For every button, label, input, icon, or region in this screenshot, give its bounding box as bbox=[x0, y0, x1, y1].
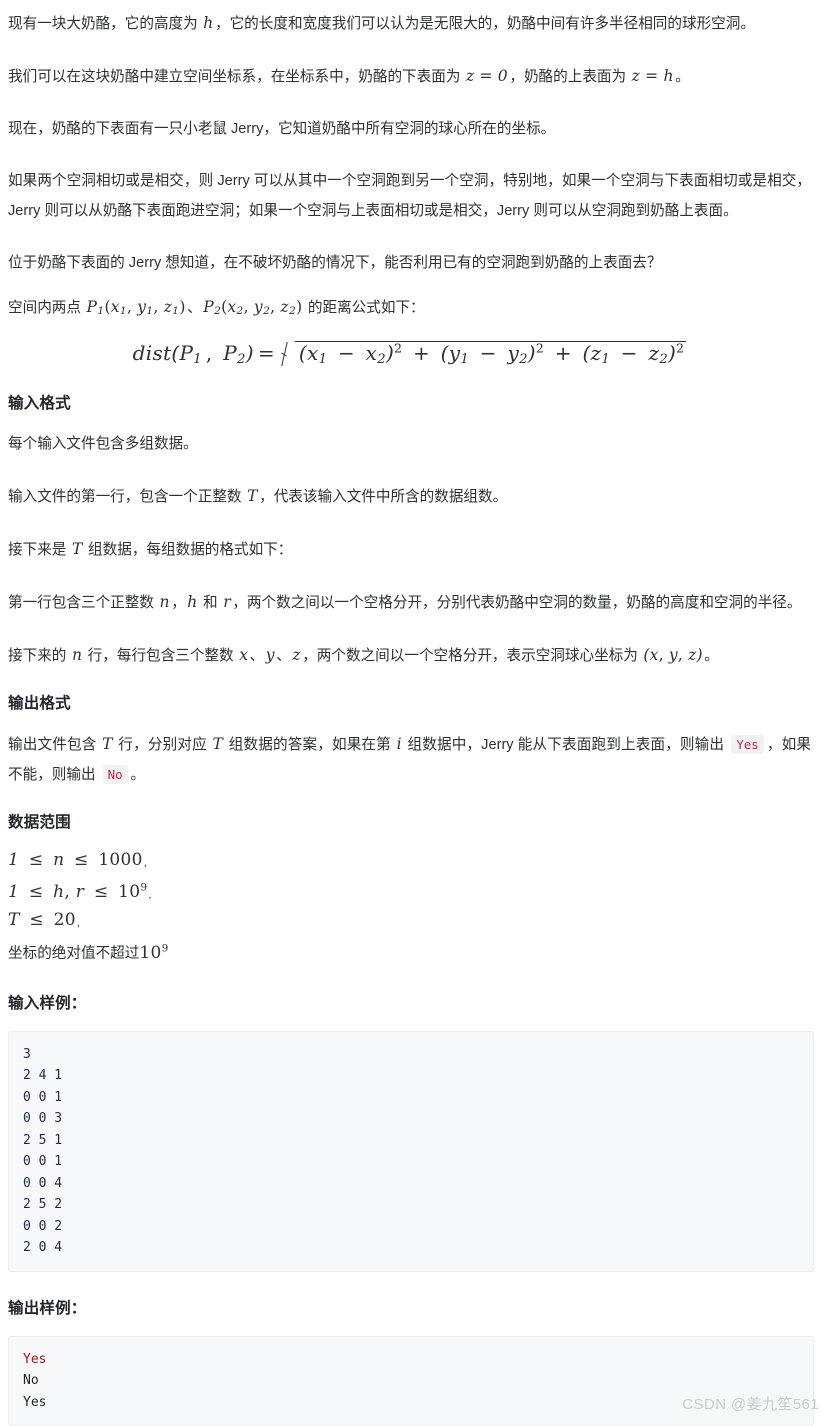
text-seg: 组数据中，Jerry 能从下表面跑到上表面，则输出 bbox=[403, 737, 729, 754]
paragraph-jerry-intro: 现在，奶酪的下表面有一只小老鼠 Jerry，它知道奶酪中所有空洞的球心所在的坐标… bbox=[8, 121, 556, 137]
constraint-math: 109 bbox=[139, 942, 169, 963]
constraint-math: 1 ≤ n ≤ 1000 bbox=[8, 850, 143, 871]
square-root: (x1 − x2)2 + (y1 − y2)2 + (z1 − z2)2 bbox=[281, 340, 687, 368]
text-suffix: 组数据，每组数据的格式如下： bbox=[83, 542, 293, 559]
inline-math-h: h bbox=[187, 593, 198, 612]
constraints-list: 1 ≤ n ≤ 1000, 1 ≤ h, r ≤ 109, T ≤ 20, 坐标… bbox=[8, 848, 811, 967]
document-page: 现有一块大奶酪，它的高度为 h ，它的长度和宽度我们可以认为是无限大的，奶酪中间有… bbox=[0, 0, 827, 1426]
paragraph-input-first-line: 输入文件的第一行，包含一个正整数 T ，代表该输入文件中所含的数据组数。 bbox=[8, 481, 811, 512]
text-suffix: ，两个数之间以一个空格分开，表示空洞球心坐标为 bbox=[302, 648, 642, 665]
formula-lhs: dist(P1, P2) bbox=[132, 341, 254, 368]
text-seg: 组数据的答案，如果在第 bbox=[224, 737, 396, 754]
output-line: Yes bbox=[23, 1394, 47, 1410]
text-seg: 行，分别对应 bbox=[114, 737, 212, 754]
heading-output-format: 输出格式 bbox=[8, 695, 71, 713]
inline-math-r: r bbox=[223, 593, 231, 612]
paragraph-text: 我们可以在这块奶酪中建立空间坐标系，在坐标系中，奶酪的下表面为 bbox=[8, 69, 465, 85]
paragraph-cheese-intro: 现有一块大奶酪，它的高度为 h ，它的长度和宽度我们可以认为是无限大的，奶酪中间有… bbox=[8, 8, 811, 39]
constraint-trailing: , bbox=[76, 917, 80, 930]
inline-math-x: x bbox=[239, 646, 249, 665]
inline-math-T: T bbox=[247, 487, 258, 506]
inline-code-yes: Yes bbox=[731, 735, 764, 755]
text-prefix: 接下来的 bbox=[8, 648, 71, 665]
inline-math-n: n bbox=[71, 646, 83, 665]
paragraph-input-n-h-r: 第一行包含三个正整数 n ，h 和 r ，两个数之间以一个空格分开，分别代表奶酪中空… bbox=[8, 587, 811, 618]
text-suffix: ，两个数之间以一个空格分开，分别代表奶酪中空洞的数量，奶酪的高度和空洞的半径。 bbox=[232, 595, 802, 612]
inline-math-n: n bbox=[159, 593, 170, 612]
paragraph-input-multi-cases: 每个输入文件包含多组数据。 bbox=[8, 436, 198, 453]
constraint-T: T ≤ 20, bbox=[8, 908, 811, 936]
inline-math-h: h bbox=[203, 14, 214, 32]
distance-intro-prefix: 空间内两点 bbox=[8, 300, 86, 316]
inline-math-coords-tuple: (x, y, z) bbox=[643, 646, 703, 665]
paragraph-distance-intro: 空间内两点 P1(x1, y1, z1) 、P2(x2, y2, z2) 的距离公… bbox=[8, 292, 811, 326]
inline-math-y: y bbox=[265, 646, 275, 665]
constraint-trailing: , bbox=[143, 857, 147, 870]
paragraph-input-t-groups: 接下来是 T 组数据，每组数据的格式如下： bbox=[8, 534, 811, 565]
output-line: No bbox=[23, 1373, 39, 1389]
inline-math-z: z bbox=[292, 646, 301, 665]
inline-math-T: T bbox=[71, 540, 83, 559]
text-seg: 输出文件包含 bbox=[8, 737, 101, 754]
constraint-coordinate-abs: 坐标的绝对值不超过109 bbox=[8, 936, 811, 966]
heading-data-range: 数据范围 bbox=[8, 814, 71, 832]
text-prefix: 接下来是 bbox=[8, 542, 71, 559]
formula-equals: = bbox=[257, 341, 275, 365]
paragraph-text: 现有一块大奶酪，它的高度为 bbox=[8, 16, 202, 32]
constraint-h-r: 1 ≤ h, r ≤ 109, bbox=[8, 876, 811, 908]
code-content-input: 3 2 4 1 0 0 1 0 0 3 2 5 1 0 0 1 0 0 4 2 … bbox=[23, 1046, 63, 1256]
text-mid: 、 bbox=[276, 648, 291, 665]
distance-intro-separator: 、 bbox=[187, 300, 202, 316]
text-suffix: ，代表该输入文件中所含的数据组数。 bbox=[259, 489, 508, 506]
formula-radicand: (x1 − x2)2 + (y1 − y2)2 + (z1 − z2)2 bbox=[298, 340, 685, 368]
paragraph-tangent-rules: 如果两个空洞相切或是相交，则 Jerry 可以从其中一个空洞跑到另一个空洞，特别… bbox=[8, 173, 811, 219]
constraint-math: 1 ≤ h, r ≤ 109 bbox=[8, 882, 148, 903]
inline-math-z-equals-h: z = h bbox=[631, 67, 674, 85]
text-mid: 和 bbox=[198, 595, 222, 612]
inline-math-point-p2: P2(x2, y2, z2) bbox=[203, 298, 303, 318]
inline-math-T: T bbox=[212, 735, 224, 754]
text-prefix: 第一行包含三个正整数 bbox=[8, 595, 158, 612]
display-formula-container: dist(P1, P2) = (x1 − x2)2 + (y1 − y2)2 + (… bbox=[8, 340, 811, 367]
heading-output-sample: 输出样例： bbox=[8, 1299, 87, 1317]
text-mid: 、 bbox=[249, 648, 265, 665]
distance-formula: dist(P1, P2) = (x1 − x2)2 + (y1 − y2)2 + (… bbox=[133, 340, 687, 367]
inline-math-T: T bbox=[102, 735, 113, 754]
paragraph-text: ，它的长度和宽度我们可以认为是无限大的，奶酪中间有许多半径相同的球形空洞。 bbox=[214, 16, 755, 32]
paragraph-input-coords: 接下来的 n 行，每行包含三个整数 x 、y 、z ，两个数之间以一个空格分开，表示空… bbox=[8, 640, 811, 671]
code-block-input-sample[interactable]: 3 2 4 1 0 0 1 0 0 3 2 5 1 0 0 1 0 0 4 2 … bbox=[8, 1030, 814, 1272]
distance-intro-suffix: 的距离公式如下： bbox=[303, 300, 425, 316]
inline-code-no: No bbox=[102, 765, 128, 785]
constraint-text: 坐标的绝对值不超过 bbox=[8, 945, 140, 962]
csdn-watermark: CSDN @姜九笙561 bbox=[682, 1396, 819, 1414]
heading-input-format: 输入格式 bbox=[8, 395, 71, 413]
inline-math-z-equals-0: z = 0 bbox=[465, 67, 508, 85]
constraint-math: T ≤ 20 bbox=[8, 910, 76, 931]
text-mid: ， bbox=[171, 595, 186, 612]
paragraph-output-description: 输出文件包含 T 行，分别对应 T 组数据的答案，如果在第 i 组数据中，Jer… bbox=[8, 729, 811, 790]
output-line: Yes bbox=[23, 1351, 47, 1367]
inline-math-point-p1: P1(x1, y1, z1) bbox=[86, 298, 186, 318]
constraint-n: 1 ≤ n ≤ 1000, bbox=[8, 848, 811, 876]
text-prefix: 输入文件的第一行，包含一个正整数 bbox=[8, 489, 246, 506]
paragraph-coordinate-system: 我们可以在这块奶酪中建立空间坐标系，在坐标系中，奶酪的下表面为 z = 0 ，奶酪… bbox=[8, 61, 811, 92]
paragraph-text: 。 bbox=[675, 69, 690, 85]
code-content-output: Yes No Yes bbox=[23, 1352, 46, 1410]
heading-input-sample: 输入样例： bbox=[8, 994, 87, 1012]
text-mid: 行，每行包含三个整数 bbox=[83, 648, 238, 665]
paragraph-question: 位于奶酪下表面的 Jerry 想知道，在不破坏奶酪的情况下，能否利用已有的空洞跑… bbox=[8, 255, 662, 271]
text-tail: 。 bbox=[704, 648, 719, 665]
paragraph-text: ，奶酪的上表面为 bbox=[509, 69, 631, 85]
text-seg: 。 bbox=[130, 767, 146, 784]
constraint-trailing: , bbox=[148, 889, 152, 902]
